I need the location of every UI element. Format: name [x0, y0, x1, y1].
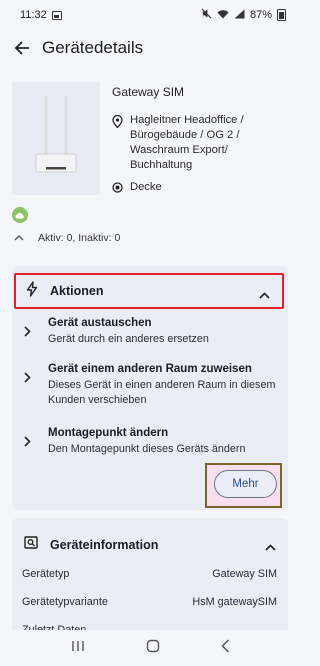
chevron-up-icon	[259, 286, 270, 304]
info-header[interactable]: Geräteinformation	[24, 536, 276, 554]
device-mount: Decke	[112, 181, 280, 193]
device-location: Hagleitner Headoffice / Bürogebäude / OG…	[112, 113, 280, 173]
home-icon[interactable]	[146, 639, 160, 658]
battery-percent: 87%	[249, 9, 272, 21]
action-description: Den Montagepunkt dieses Geräts ändern	[48, 443, 246, 455]
chevron-right-icon	[24, 316, 48, 347]
device-image	[12, 82, 100, 195]
actions-title: Aktionen	[50, 284, 104, 298]
map-pin-icon	[112, 114, 126, 133]
action-item-assign-room[interactable]: Gerät einem anderen Raum zuweisen Dieses…	[24, 362, 284, 408]
device-info-card: Geräteinformation Gerätetyp Gateway SIM …	[12, 518, 288, 643]
info-row: Gerätetyp Gateway SIM	[22, 568, 277, 580]
action-title: Gerät austauschen	[48, 317, 152, 329]
device-header: Gateway SIM Hagleitner Headoffice / Büro…	[12, 82, 288, 197]
info-value: HsM gatewaySIM	[192, 596, 277, 608]
search-card-icon	[24, 536, 38, 554]
app-bar: Gerätedetails	[0, 30, 300, 66]
action-item-mount-point[interactable]: Montagepunkt ändern Den Montagepunkt die…	[24, 426, 284, 457]
action-title: Montagepunkt ändern	[48, 427, 169, 439]
device-location-text: Hagleitner Headoffice / Bürogebäude / OG…	[130, 114, 244, 171]
chevron-right-icon	[24, 362, 48, 408]
info-label: Gerätetyp	[22, 568, 70, 580]
info-label: Gerätetypvariante	[22, 596, 108, 608]
chevron-right-icon	[24, 426, 48, 457]
device-mount-text: Decke	[130, 181, 162, 193]
action-title: Gerät einem anderen Raum zuweisen	[48, 363, 252, 375]
device-name: Gateway SIM	[112, 85, 185, 99]
target-icon	[112, 181, 126, 193]
info-row: Gerätetypvariante HsM gatewaySIM	[22, 596, 277, 608]
action-description: Dieses Gerät in einen anderen Raum in di…	[48, 379, 276, 406]
status-icon	[14, 233, 28, 244]
status-summary-text: Aktiv: 0, Inaktiv: 0	[38, 232, 121, 244]
status-bar: 11:32 87%	[0, 0, 300, 30]
back-arrow-icon[interactable]	[12, 38, 32, 58]
info-value: Gateway SIM	[212, 568, 277, 580]
chevron-up-icon	[265, 538, 276, 556]
lightning-icon	[26, 280, 38, 302]
device-info: Gateway SIM Hagleitner Headoffice / Büro…	[112, 82, 280, 197]
system-nav-bar	[0, 630, 300, 666]
gallery-notification-icon	[51, 10, 62, 20]
page-title: Gerätedetails	[42, 38, 144, 57]
more-button[interactable]: Mehr	[214, 470, 277, 498]
cloud-icon	[12, 207, 28, 223]
signal-icon	[234, 9, 245, 22]
recent-apps-icon[interactable]	[71, 639, 85, 657]
status-time: 11:32	[20, 9, 47, 21]
action-item-replace[interactable]: Gerät austauschen Gerät durch ein andere…	[24, 316, 284, 347]
action-description: Gerät durch ein anderes ersetzen	[48, 333, 209, 345]
wifi-icon	[217, 9, 229, 22]
info-title: Geräteinformation	[50, 538, 159, 552]
status-summary: Aktiv: 0, Inaktiv: 0	[14, 228, 286, 248]
back-icon[interactable]	[220, 638, 230, 658]
mute-icon	[201, 8, 212, 22]
actions-header[interactable]: Aktionen	[14, 273, 284, 309]
battery-icon	[277, 9, 286, 21]
